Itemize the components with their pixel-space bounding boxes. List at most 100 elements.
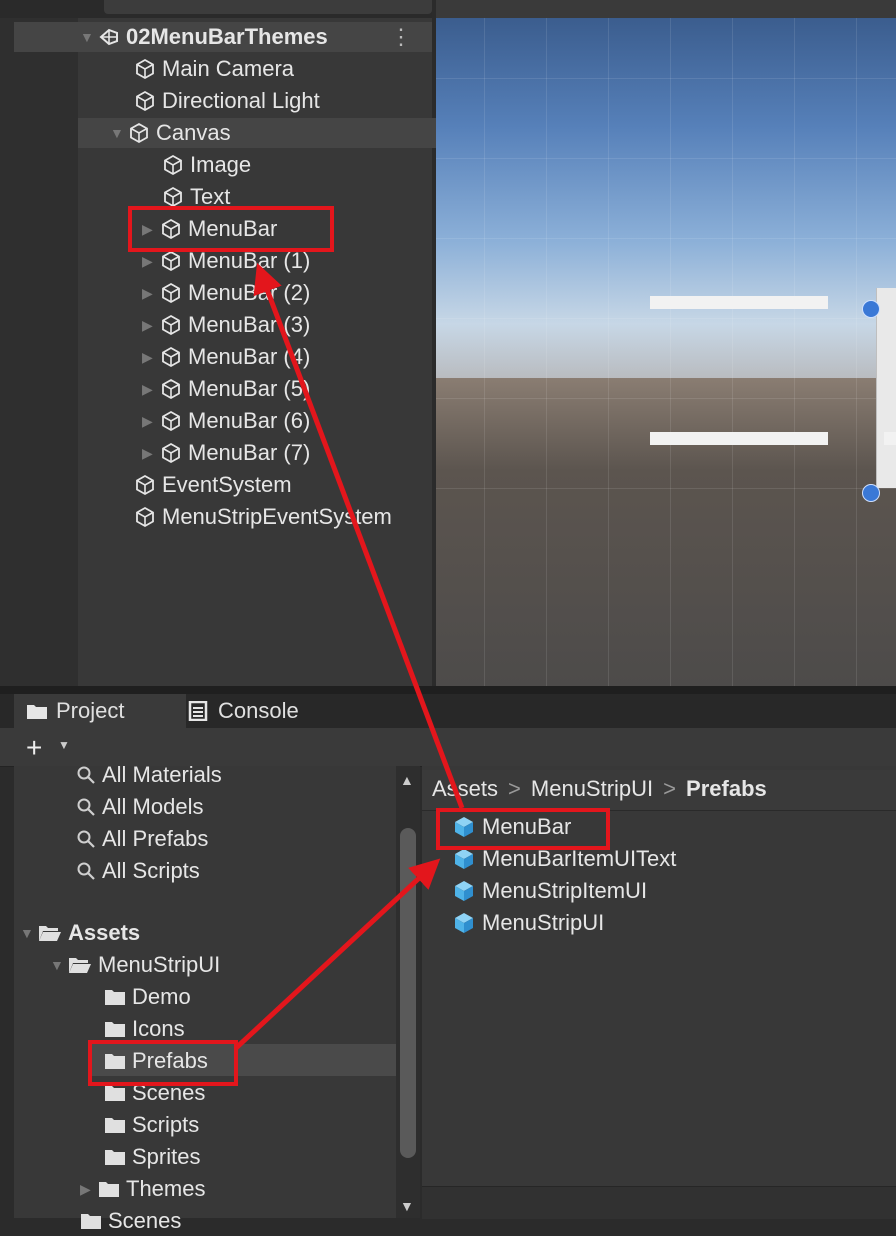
row-label: MenuStripUI — [482, 910, 605, 935]
hierarchy-item[interactable]: ▼ Canvas — [78, 118, 464, 148]
rect-bar — [884, 432, 896, 445]
tree-folder-assets[interactable]: ▼ Assets — [20, 918, 140, 948]
tree-folder-menustripui[interactable]: ▼ MenuStripUI — [50, 950, 220, 980]
row-label: MenuBar (4) — [188, 344, 311, 369]
row-label: Main Camera — [162, 56, 295, 81]
selected-rect — [876, 288, 896, 488]
prefab-cube-icon — [455, 849, 473, 869]
tree-folder[interactable]: Sprites — [104, 1142, 200, 1172]
hierarchy-item[interactable]: ▶ MenuBar (2) — [142, 278, 310, 308]
add-dropdown-caret-icon[interactable]: ▼ — [58, 738, 70, 752]
gameobject-cube-icon — [164, 186, 182, 208]
row-label: Assets — [68, 920, 141, 945]
expand-arrow-icon[interactable]: ▶ — [142, 253, 158, 270]
expand-arrow-icon[interactable]: ▼ — [20, 925, 36, 941]
breadcrumb-separator: > — [663, 776, 677, 801]
row-label: Icons — [132, 1016, 185, 1041]
tab-project[interactable]: Project — [14, 694, 186, 728]
row-label: MenuBar (5) — [188, 376, 311, 401]
hierarchy-item[interactable]: ▶ MenuBar (3) — [142, 310, 310, 340]
hierarchy-search-field[interactable] — [104, 0, 432, 14]
scene-view-toolbar — [436, 0, 896, 18]
expand-arrow-icon[interactable]: ▶ — [142, 349, 158, 366]
tree-folder[interactable]: Scripts — [104, 1110, 199, 1140]
favorite-search-item[interactable]: All Materials — [76, 760, 222, 790]
rect-handle-bottom[interactable] — [862, 484, 880, 502]
gameobject-cube-icon — [162, 346, 180, 368]
scroll-up-arrow-icon[interactable]: ▲ — [400, 772, 414, 788]
row-label: Scripts — [132, 1112, 200, 1137]
tab-console[interactable]: Console — [176, 694, 311, 728]
favorite-search-item[interactable]: All Scripts — [76, 856, 200, 886]
row-label: All Materials — [102, 762, 222, 787]
prefab-file-item[interactable]: MenuStripUI — [452, 908, 604, 938]
tree-folder-scenes-root[interactable]: Scenes — [80, 1206, 181, 1236]
favorite-search-item[interactable]: All Models — [76, 792, 203, 822]
add-asset-button[interactable]: + — [26, 732, 42, 764]
scene-sky — [436, 18, 896, 378]
folder-icon — [27, 705, 47, 719]
rect-handle-top[interactable] — [862, 300, 880, 318]
tree-scrollbar-thumb[interactable] — [400, 828, 416, 1158]
expand-arrow-icon[interactable]: ▶ — [142, 445, 158, 462]
row-label: All Prefabs — [102, 826, 209, 851]
breadcrumb: Assets > MenuStripUI > Prefabs — [422, 770, 896, 811]
row-label: MenuStripUI — [98, 952, 221, 977]
search-icon — [77, 798, 95, 816]
prefab-cube-icon — [455, 913, 473, 933]
expand-arrow-icon[interactable]: ▶ — [142, 285, 158, 302]
hierarchy-item[interactable]: ▶ MenuBar (4) — [142, 342, 310, 372]
expand-arrow-icon[interactable]: ▶ — [142, 317, 158, 334]
row-label: MenuStripItemUI — [482, 878, 648, 903]
scroll-down-arrow-icon[interactable]: ▼ — [400, 1198, 414, 1214]
expand-arrow-icon[interactable]: ▼ — [110, 125, 126, 141]
row-label: Sprites — [132, 1144, 201, 1169]
tree-folder[interactable]: ▶ Themes — [80, 1174, 205, 1204]
hierarchy-item[interactable]: EventSystem — [134, 470, 292, 500]
tab-project-label: Project — [56, 698, 125, 723]
hierarchy-item[interactable]: ▶ MenuBar (7) — [142, 438, 310, 468]
kebab-menu-icon[interactable]: ⋮ — [390, 24, 412, 50]
hierarchy-item[interactable]: ▶ MenuBar (5) — [142, 374, 310, 404]
highlight-box-hierarchy-menubar — [128, 206, 334, 252]
breadcrumb-menustripui[interactable]: MenuStripUI — [531, 776, 653, 802]
expand-arrow-icon[interactable]: ▼ — [50, 957, 66, 973]
hierarchy-item[interactable]: Image — [162, 150, 251, 180]
gameobject-cube-icon — [136, 506, 154, 528]
gameobject-cube-icon — [136, 474, 154, 496]
search-icon — [77, 862, 95, 880]
scene-ground — [436, 378, 896, 686]
favorite-search-item[interactable]: All Prefabs — [76, 824, 208, 854]
search-icon — [77, 830, 95, 848]
scene-root-row[interactable]: ▼ 02MenuBarThemes ⋮ — [14, 22, 432, 52]
project-tab-bar: Project Console — [0, 694, 896, 728]
hierarchy-item[interactable]: Directional Light — [134, 86, 320, 116]
breadcrumb-assets[interactable]: Assets — [432, 776, 498, 802]
expand-arrow-icon[interactable]: ▶ — [80, 1181, 96, 1198]
gameobject-cube-icon — [136, 58, 154, 80]
hierarchy-item[interactable]: MenuStripEventSystem — [134, 502, 392, 532]
row-label: Directional Light — [162, 88, 320, 113]
folder-icon — [99, 1182, 119, 1197]
row-label: MenuBar (3) — [188, 312, 311, 337]
menubar-preview-bottom — [650, 432, 828, 445]
breadcrumb-prefabs[interactable]: Prefabs — [686, 776, 767, 802]
breadcrumb-separator: > — [508, 776, 521, 801]
expand-arrow-icon[interactable]: ▼ — [80, 29, 96, 45]
folder-icon — [105, 1022, 125, 1037]
search-icon — [77, 766, 95, 784]
tree-folder[interactable]: Demo — [104, 982, 191, 1012]
console-icon — [188, 701, 208, 721]
expand-arrow-icon[interactable]: ▶ — [142, 413, 158, 430]
expand-arrow-icon[interactable]: ▶ — [142, 381, 158, 398]
hierarchy-item[interactable]: Main Camera — [134, 54, 294, 84]
scene-view[interactable] — [436, 18, 896, 686]
panel-divider[interactable] — [0, 686, 896, 694]
gameobject-cube-icon — [162, 314, 180, 336]
prefab-file-item[interactable]: MenuStripItemUI — [452, 876, 647, 906]
gameobject-cube-icon — [164, 154, 182, 176]
folder-icon — [105, 1086, 125, 1101]
gameobject-cube-icon — [162, 250, 180, 272]
row-label: Themes — [126, 1176, 206, 1201]
hierarchy-item[interactable]: ▶ MenuBar (6) — [142, 406, 310, 436]
